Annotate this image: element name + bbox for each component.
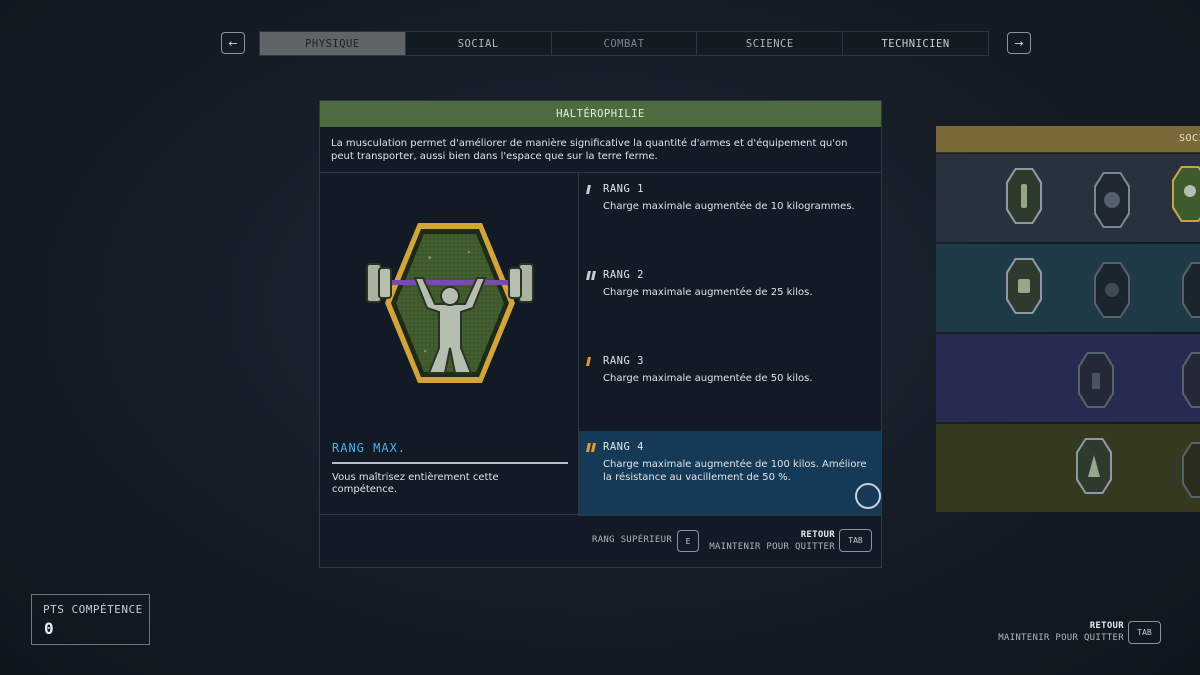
back-button[interactable]: TAB [839,529,872,552]
rank-up-button[interactable]: E [677,530,699,552]
bottom-back-hint: RETOUR MAINTENIR POUR QUITTER [998,620,1124,644]
rank-pips-icon [586,356,603,366]
rank-pips-icon [586,270,603,280]
tree-skill-hex[interactable] [1172,166,1200,222]
skill-points-panel: PTS COMPÉTENCE 0 [31,594,150,645]
rank-description: Charge maximale augmentée de 10 kilogram… [603,201,855,212]
rank-description: Charge maximale augmentée de 50 kilos. [603,373,813,384]
card-footer: RANG SUPÉRIEUR E RETOUR MAINTENIR POUR Q… [320,514,881,567]
tree-skill-hex[interactable] [1094,262,1130,318]
tree-category-label: SOCI [1179,133,1200,144]
skill-points-label: PTS COMPÉTENCE [43,603,143,616]
rank-description: Charge maximale augmentée de 25 kilos. [603,287,813,298]
rank-label: RANG 2 [603,269,644,281]
rank-list: RANG 1 Charge maximale augmentée de 10 k… [579,173,881,516]
tree-row-tier-3 [936,334,1200,422]
tree-category-header: SOCI [936,126,1200,153]
svg-text:✦: ✦ [427,253,433,263]
skill-points-value: 0 [44,619,54,638]
rank-label: RANG 1 [603,183,644,195]
tree-skill-hex[interactable] [1006,168,1042,224]
tab-science[interactable]: SCIENCE [697,32,844,55]
tree-skill-hex[interactable] [1078,352,1114,408]
prev-category-button[interactable]: ← [221,32,245,54]
tree-row-tier-4 [936,424,1200,512]
skill-description: La musculation permet d'améliorer de man… [320,127,881,173]
tree-skill-hex[interactable] [1182,442,1200,498]
rank-item-3[interactable]: RANG 3 Charge maximale augmentée de 50 k… [579,345,881,431]
bottom-back-button[interactable]: TAB [1128,621,1161,644]
rank-max-title: RANG MAX. [332,441,407,455]
rank-label: RANG 4 [603,441,644,453]
rank-description: Charge maximale augmentée de 100 kilos. … [603,459,867,483]
tree-skill-hex[interactable] [1006,258,1042,314]
tree-skill-hex[interactable] [1182,352,1200,408]
bottom-back-label: RETOUR [1089,621,1124,631]
arrow-right-icon: → [1014,36,1024,50]
rank-label: RANG 3 [603,355,644,367]
tree-skill-hex[interactable] [1094,172,1130,228]
back-label: RETOUR [800,530,835,540]
tab-combat[interactable]: COMBAT [551,32,698,55]
skill-tree-panel: SOCI [936,126,1200,516]
rank-pips-icon [586,442,603,452]
skill-title: HALTÉROPHILIE [320,101,881,127]
rank-item-4[interactable]: RANG 4 Charge maximale augmentée de 100 … [579,431,881,516]
tree-skill-hex[interactable] [1076,438,1112,494]
rank-max-divider [332,462,568,464]
hold-to-quit-label: MAINTENIR POUR QUITTER [709,542,835,552]
next-category-button[interactable]: → [1007,32,1031,54]
bottom-hold-to-quit-label: MAINTENIR POUR QUITTER [998,633,1124,643]
tab-technicien[interactable]: TECHNICIEN [843,32,988,55]
tab-physique[interactable]: PHYSIQUE [260,32,406,55]
weightlifter-badge-icon: ✦ ✦ ✦ ✦ [355,208,545,398]
tree-row-tier-1 [936,154,1200,242]
rank-item-1[interactable]: RANG 1 Charge maximale augmentée de 10 k… [579,173,881,259]
tree-skill-hex[interactable] [1182,262,1200,318]
tree-row-tier-2 [936,244,1200,332]
arrow-left-icon: ← [228,36,238,50]
tab-social[interactable]: SOCIAL [405,32,552,55]
rank-pips-icon [586,184,603,194]
rank-up-label: RANG SUPÉRIEUR [592,535,673,545]
skill-detail-card: HALTÉROPHILIE La musculation permet d'am… [319,100,882,568]
cursor-circle-icon [855,483,881,509]
rank-item-2[interactable]: RANG 2 Charge maximale augmentée de 25 k… [579,259,881,345]
skill-overview: ✦ ✦ ✦ ✦ RANG MAX. Vous maîtrisez ent [320,173,579,516]
rank-max-text: Vous maîtrisez entièrement cette compéte… [332,472,499,495]
category-tabs: PHYSIQUE SOCIAL COMBAT SCIENCE TECHNICIE… [259,31,989,56]
back-hint: RETOUR MAINTENIR POUR QUITTER [709,529,835,553]
